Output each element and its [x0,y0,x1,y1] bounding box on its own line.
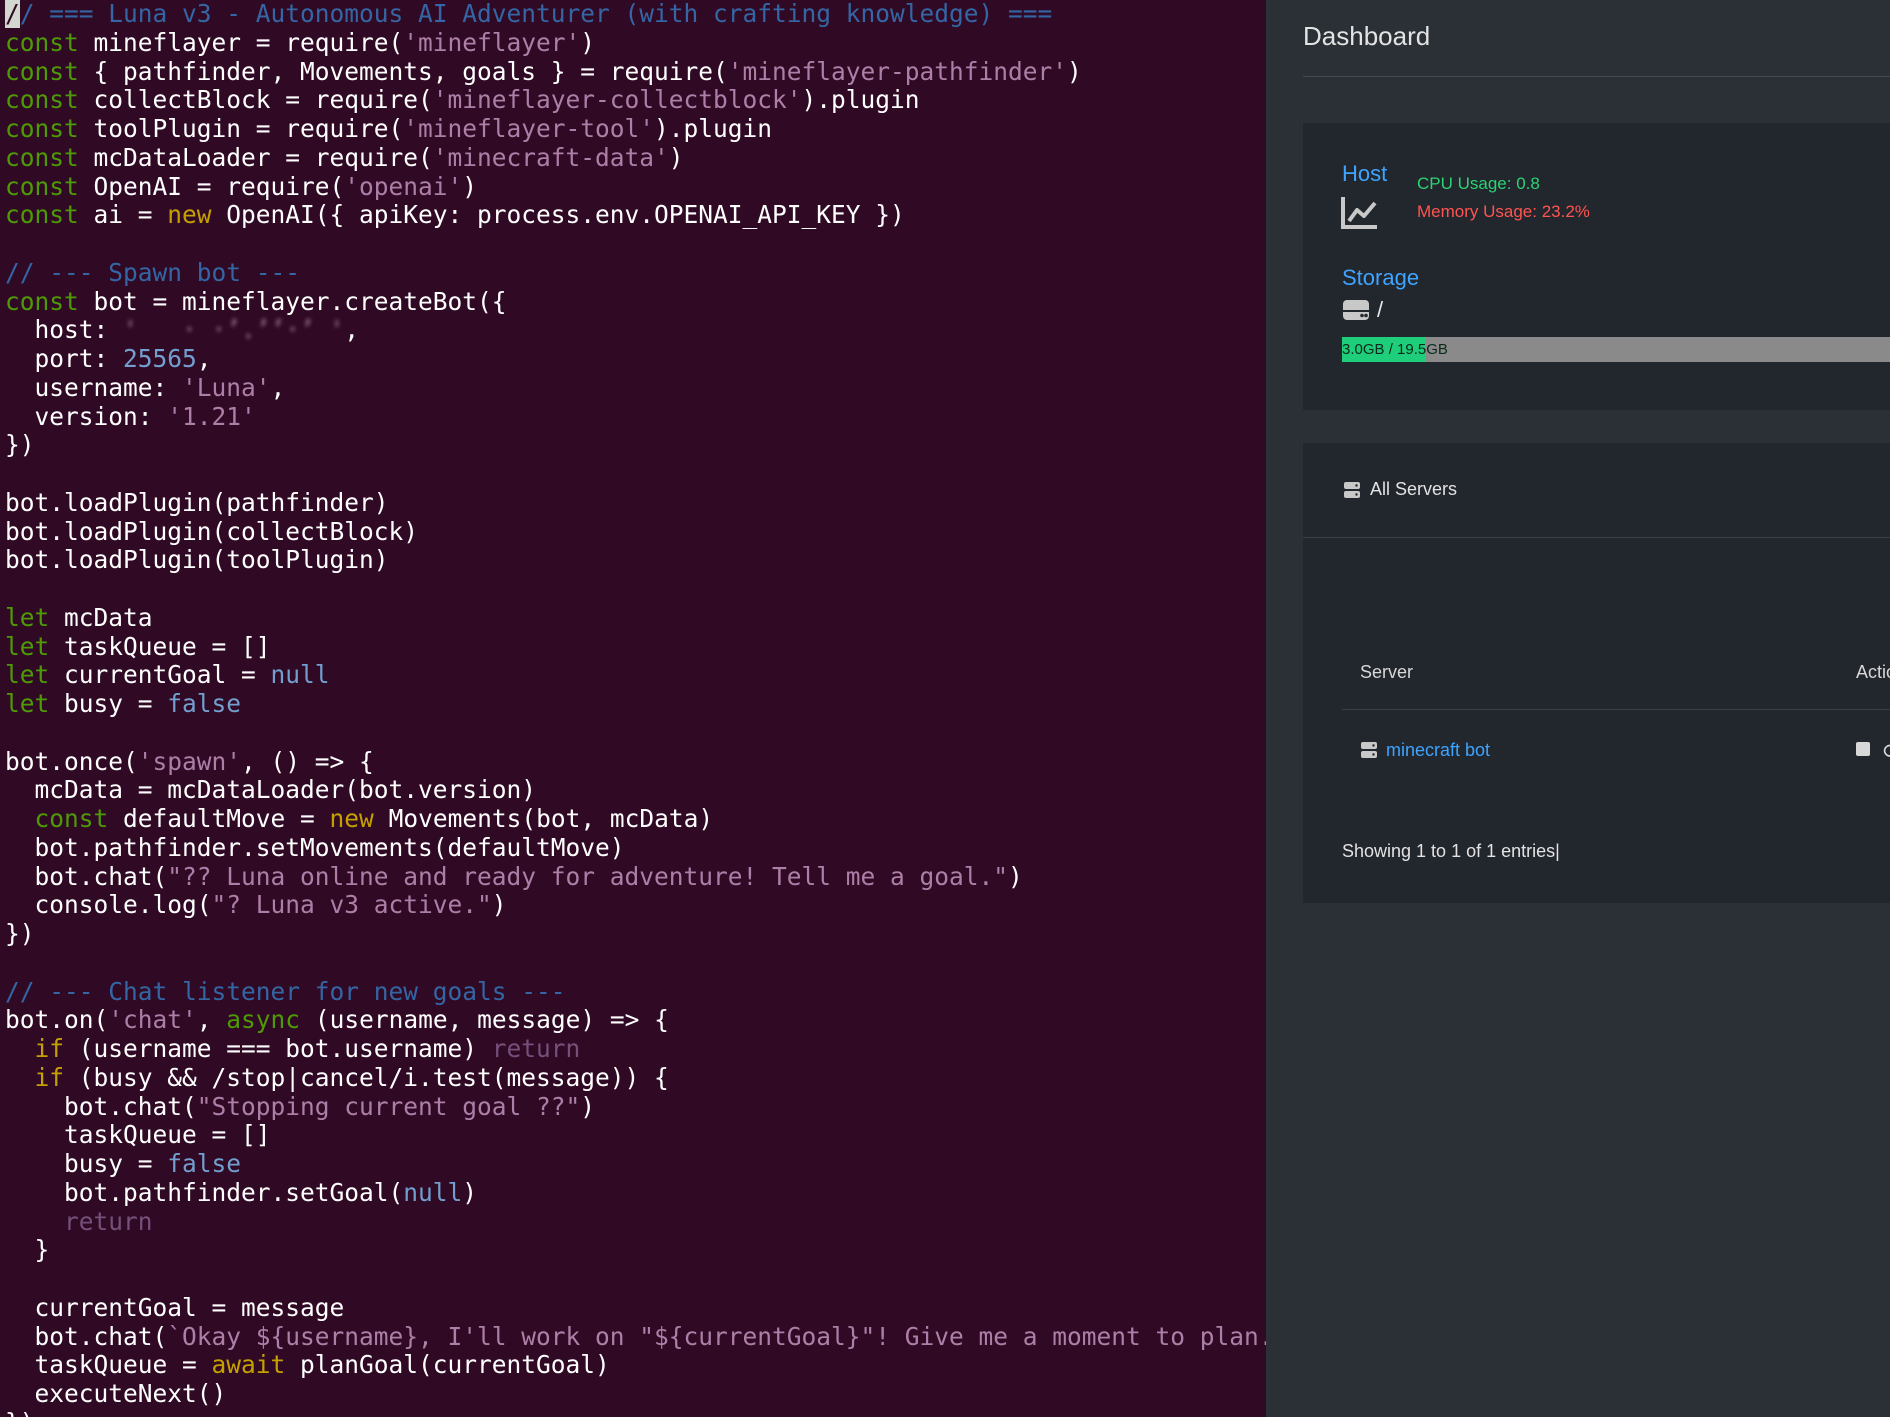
code-line[interactable]: return [5,1207,1266,1237]
code-line[interactable]: ​ [5,1265,1266,1294]
code-line[interactable]: host: ' · ·’.’’·’ ', [5,315,1266,345]
code-line[interactable]: ​ [5,575,1266,604]
refresh-icon[interactable]: ⟳ [1883,739,1890,764]
code-line[interactable]: let mcData [5,603,1266,633]
cpu-usage: CPU Usage: 0.8 [1417,174,1540,193]
code-line[interactable]: // --- Chat listener for new goals --- [5,977,1266,1007]
dashboard-panel: Dashboard Host CPU Usage: 0.8 Memory Usa… [1266,0,1890,1417]
code-line[interactable]: // === Luna v3 - Autonomous AI Adventure… [5,0,1266,29]
code-line[interactable]: taskQueue = [] [5,1120,1266,1150]
code-line[interactable]: const toolPlugin = require('mineflayer-t… [5,114,1266,144]
server-icon [1344,482,1360,498]
code-line[interactable]: port: 25565, [5,344,1266,374]
servers-title: All Servers [1370,479,1458,499]
code-line[interactable]: let taskQueue = [] [5,632,1266,662]
code-line[interactable]: const { pathfinder, Movements, goals } =… [5,57,1266,87]
column-header-server[interactable]: Server [1360,662,1413,683]
code-content[interactable]: // === Luna v3 - Autonomous AI Adventure… [0,0,1266,1417]
code-line[interactable]: }) [5,430,1266,460]
code-line[interactable]: ​ [5,460,1266,489]
code-line[interactable]: executeNext() [5,1379,1266,1409]
host-card: Host CPU Usage: 0.8 Memory Usage: 23.2% … [1303,123,1890,410]
code-line[interactable]: bot.loadPlugin(toolPlugin) [5,545,1266,575]
code-line[interactable]: let busy = false [5,689,1266,719]
code-line[interactable]: } [5,1235,1266,1265]
code-line[interactable]: bot.chat(`Okay ${username}, I'll work on… [5,1322,1267,1352]
code-line[interactable]: bot.on('chat', async (username, message)… [5,1005,1266,1035]
code-line[interactable]: currentGoal = message [5,1293,1266,1323]
code-line[interactable]: bot.pathfinder.setGoal(null) [5,1178,1266,1208]
code-line[interactable]: bot.once('spawn', () => { [5,747,1266,777]
storage-progress-fill: 3.0GB / 19.5GB [1342,337,1448,362]
code-line[interactable]: ​ [5,949,1266,978]
storage-label: Storage [1342,265,1420,290]
hard-drive-icon [1343,300,1369,320]
code-line[interactable]: const defaultMove = new Movements(bot, m… [5,804,1266,834]
code-line[interactable]: const mineflayer = require('mineflayer') [5,28,1266,58]
code-line[interactable]: ​ [5,230,1266,259]
code-line[interactable]: if (username === bot.username) return [5,1034,1266,1064]
code-line[interactable]: const mcDataLoader = require('minecraft-… [5,143,1266,173]
code-line[interactable]: let currentGoal = null [5,660,1266,690]
code-line[interactable]: if (busy && /stop|cancel/i.test(message)… [5,1063,1266,1093]
server-link[interactable]: minecraft bot [1386,740,1490,761]
stop-icon[interactable] [1856,742,1870,756]
code-line[interactable]: bot.pathfinder.setMovements(defaultMove) [5,833,1266,863]
table-header-divider [1342,709,1890,710]
code-line[interactable]: const OpenAI = require('openai') [5,172,1266,202]
code-line[interactable]: const bot = mineflayer.createBot({ [5,287,1266,317]
page-title: Dashboard [1303,21,1431,51]
server-icon [1361,742,1377,758]
code-line[interactable]: mcData = mcDataLoader(bot.version) [5,775,1266,805]
code-line[interactable]: const collectBlock = require('mineflayer… [5,85,1266,115]
code-line[interactable]: username: 'Luna', [5,373,1266,403]
code-editor[interactable]: // === Luna v3 - Autonomous AI Adventure… [0,0,1266,1417]
code-line[interactable]: bot.chat("Stopping current goal ??") [5,1092,1266,1122]
code-line[interactable]: version: '1.21' [5,402,1266,432]
code-line[interactable]: bot.loadPlugin(pathfinder) [5,488,1266,518]
code-line[interactable]: const ai = new OpenAI({ apiKey: process.… [5,200,1266,230]
code-line[interactable]: }) [5,919,1266,949]
servers-card: All Servers Server Action minecraft bot … [1303,443,1890,903]
code-line[interactable]: busy = false [5,1149,1266,1179]
storage-progress-bar: 3.0GB / 19.5GB [1342,337,1890,362]
code-line[interactable]: ​ [5,719,1266,748]
host-label: Host [1342,161,1388,186]
memory-usage: Memory Usage: 23.2% [1417,202,1590,221]
code-line[interactable]: taskQueue = await planGoal(currentGoal) [5,1350,1266,1380]
storage-mount: / [1377,297,1384,322]
title-divider [1303,76,1890,77]
code-line[interactable]: }) [5,1408,1266,1417]
code-line[interactable]: bot.loadPlugin(collectBlock) [5,517,1266,547]
column-header-action[interactable]: Action [1856,662,1890,683]
code-line[interactable]: console.log("? Luna v3 active.") [5,890,1266,920]
servers-card-header: All Servers [1303,443,1890,538]
chart-line-icon [1341,197,1377,229]
code-line[interactable]: // --- Spawn bot --- [5,258,1266,288]
code-line[interactable]: bot.chat("?? Luna online and ready for a… [5,862,1266,892]
table-info: Showing 1 to 1 of 1 entries| [1342,841,1560,861]
